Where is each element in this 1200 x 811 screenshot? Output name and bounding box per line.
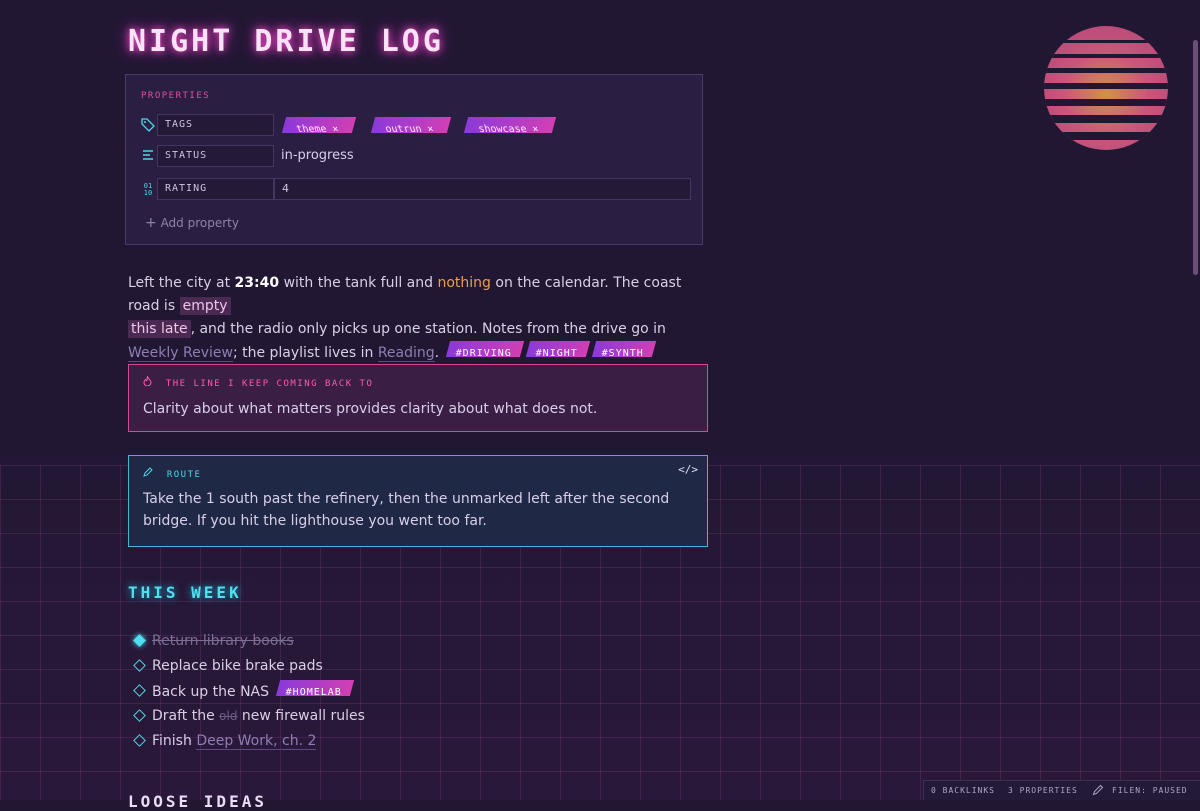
tag-label: theme (295, 124, 329, 135)
quote-callout-header: THE LINE I KEEP COMING BACK TO (143, 374, 374, 389)
page-title[interactable]: NIGHT DRIVE LOG (128, 24, 444, 59)
tag-label: #SYNTH (601, 348, 645, 359)
plus-icon: + (145, 215, 157, 231)
tag-night[interactable]: #NIGHT (526, 341, 591, 359)
tag-label: outrun (384, 124, 424, 135)
property-tag-theme[interactable]: theme × (281, 117, 357, 135)
tag-label: #HOMELAB (285, 687, 342, 698)
number-icon: 01 10 (143, 182, 153, 197)
task-item: Draft the old new firewall rules (132, 705, 692, 730)
link-deep-work[interactable]: Deep Work, ch. 2 (196, 733, 317, 750)
route-callout-header: ROUTE (143, 467, 201, 480)
section-heading-next: LOOSE IDEAS (128, 792, 267, 811)
link-reading[interactable]: Reading (377, 345, 435, 362)
tag-label: #NIGHT (535, 348, 578, 359)
quote-callout: THE LINE I KEEP COMING BACK TO Clarity a… (128, 364, 708, 432)
flame-icon (143, 374, 159, 389)
property-key-rating[interactable]: RATING (157, 178, 274, 200)
tag-icon (140, 118, 156, 134)
property-row-rating: 01 10 RATING 4 (140, 178, 700, 202)
route-callout: ROUTE </> Take the 1 south past the refi… (128, 455, 708, 547)
property-tag-showcase[interactable]: showcase × (463, 117, 557, 135)
text-segment: ; the playlist lives in (232, 345, 378, 361)
task-text-segment: Back up the NAS (152, 684, 270, 700)
property-row-status: STATUS in-progress (140, 145, 440, 169)
task-text: Replace bike brake pads (152, 658, 323, 674)
add-property-label: Add property (160, 216, 239, 230)
pencil-icon[interactable] (1092, 784, 1104, 803)
remove-tag-icon[interactable]: × (531, 122, 541, 138)
route-callout-body: Take the 1 south past the refinery, then… (143, 491, 670, 529)
quote-callout-body: Clarity about what matters provides clar… (143, 401, 598, 417)
status-properties[interactable]: 3 PROPERTIES (1008, 781, 1078, 800)
highlight-text: this late (128, 320, 191, 338)
task-item: Replace bike brake pads (132, 655, 692, 680)
task-text-segment: new firewall rules (237, 708, 365, 724)
task-item: Finish Deep Work, ch. 2 (132, 730, 692, 755)
task-list: Return library books Replace bike brake … (132, 630, 692, 755)
task-text: Return library books (152, 633, 294, 649)
task-text: Back up the NAS #HOMELAB (152, 680, 358, 703)
body-paragraph: Left the city at 23:40 with the tank ful… (128, 272, 708, 365)
tag-driving[interactable]: #DRIVING (445, 341, 525, 359)
property-key-status[interactable]: STATUS (157, 145, 274, 167)
checkbox[interactable] (133, 709, 146, 722)
checkbox[interactable] (133, 734, 146, 747)
highlight-text: empty (179, 297, 231, 315)
link-weekly-review[interactable]: Weekly Review (128, 345, 233, 362)
property-value-rating[interactable]: 4 (274, 178, 691, 200)
text-segment: with the tank full and (279, 275, 438, 291)
tag-synth[interactable]: #SYNTH (592, 341, 657, 359)
add-property-button[interactable]: + Add property (145, 215, 239, 231)
status-bar: 0 BACKLINKS 3 PROPERTIES FILEN: PAUSED (923, 780, 1200, 800)
scrollbar-thumb[interactable] (1193, 40, 1198, 275)
status-backlinks[interactable]: 0 BACKLINKS (931, 781, 995, 800)
checkbox[interactable] (133, 659, 146, 672)
pencil-icon (143, 467, 160, 480)
task-text: Finish Deep Work, ch. 2 (152, 730, 317, 752)
tag-homelab[interactable]: #HOMELAB (275, 680, 355, 698)
route-callout-title: ROUTE (166, 470, 202, 480)
property-value-status[interactable]: in-progress (281, 148, 354, 163)
task-text-segment: Finish (152, 733, 197, 749)
sunset-sun-graphic (1044, 26, 1168, 150)
property-key-tags[interactable]: TAGS (157, 114, 274, 136)
code-toggle-icon[interactable]: </> (678, 463, 698, 476)
bold-time: 23:40 (234, 275, 280, 291)
text-segment: . (434, 345, 440, 361)
task-item: Return library books (132, 630, 692, 655)
properties-header: PROPERTIES (141, 91, 211, 101)
struck-text: old (219, 709, 238, 723)
list-icon (140, 149, 156, 165)
task-text-segment: Draft the (152, 708, 220, 724)
status-mode[interactable]: FILEN: PAUSED (1112, 781, 1188, 800)
orange-text: nothing (437, 275, 491, 291)
properties-panel: PROPERTIES TAGS theme × outrun × showcas… (125, 74, 703, 245)
task-item: Back up the NAS #HOMELAB (132, 680, 692, 705)
section-heading-this-week: THIS WEEK (128, 583, 242, 602)
scrollbar[interactable] (1192, 0, 1198, 800)
checkbox-checked[interactable] (133, 634, 146, 647)
tag-label: #DRIVING (455, 348, 512, 359)
remove-tag-icon[interactable]: × (331, 122, 341, 138)
text-segment: Left the city at (128, 275, 235, 291)
tag-label: showcase (477, 124, 529, 135)
property-row-tags: TAGS theme × outrun × showcase × (140, 114, 590, 138)
property-tag-outrun[interactable]: outrun × (370, 117, 452, 135)
quote-callout-title: THE LINE I KEEP COMING BACK TO (165, 379, 374, 389)
remove-tag-icon[interactable]: × (426, 122, 436, 138)
task-text: Draft the old new firewall rules (152, 705, 365, 727)
text-segment: , and the radio only picks up one statio… (190, 321, 666, 337)
checkbox[interactable] (133, 684, 146, 697)
